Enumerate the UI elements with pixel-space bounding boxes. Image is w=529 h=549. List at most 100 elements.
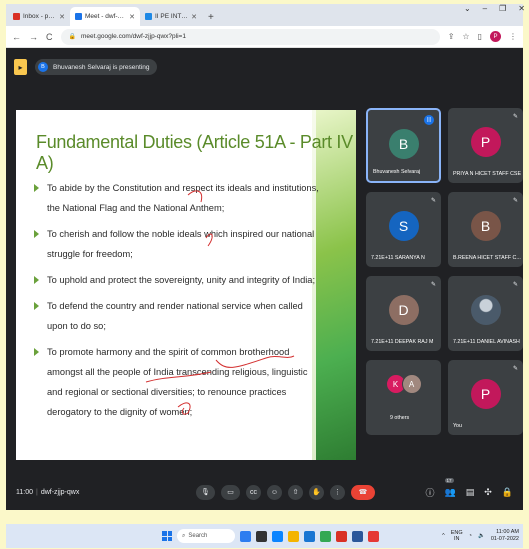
lock-icon: 🔒 xyxy=(68,34,76,40)
gmail-icon xyxy=(13,13,20,20)
star-icon[interactable]: ☆ xyxy=(462,32,469,41)
reload-icon[interactable]: C xyxy=(46,32,53,42)
avatar: B xyxy=(388,129,419,159)
participant-tile[interactable]: ✎ D 7.21E+11 DEEPAK RAJ M xyxy=(366,276,441,351)
slide-bullet: To promote harmony and the spirit of com… xyxy=(30,342,320,422)
others-tile[interactable]: K A 9 others xyxy=(366,360,441,435)
avatar: P xyxy=(470,379,501,409)
close-icon[interactable]: ✕ xyxy=(129,13,135,21)
presenter-avatar: B xyxy=(38,62,48,72)
profile-avatar[interactable]: P xyxy=(490,31,501,42)
participant-tile[interactable]: ✎ B B.REENA HICET STAFF C... xyxy=(448,192,523,267)
back-icon[interactable]: ← xyxy=(12,32,21,42)
tab-gmail[interactable]: Inbox - priyacse@hicet.ac.in - Hin ✕ xyxy=(8,7,70,26)
meet-icon xyxy=(75,13,82,20)
search-icon: ⌕ xyxy=(182,532,186,539)
participant-name: B.REENA HICET STAFF C... xyxy=(453,255,521,261)
avatar: B xyxy=(470,211,501,241)
more-options-button[interactable]: ⋮ xyxy=(330,484,345,500)
chevron-up-icon[interactable]: ^ xyxy=(442,533,445,539)
captions-button[interactable]: cc xyxy=(246,484,261,500)
chrome-icon[interactable] xyxy=(320,530,331,542)
present-icon[interactable]: ▸ xyxy=(14,59,27,75)
slide-title: Fundamental Duties (Article 51A - Part I… xyxy=(36,132,353,173)
present-button[interactable]: ⇧ xyxy=(288,484,303,500)
participant-tile[interactable]: ||| B Bhuvanesh Selvaraj xyxy=(366,108,441,183)
clock[interactable]: 11:00 AM 01-07-2022 xyxy=(491,529,519,543)
raise-hand-button[interactable]: ✋ xyxy=(309,484,324,500)
camera-button[interactable]: ▭ xyxy=(221,484,240,500)
taskbar-apps: ⌕ Search xyxy=(162,529,379,543)
new-tab-button[interactable]: + xyxy=(202,12,220,26)
app-icon[interactable] xyxy=(336,530,347,542)
mic-off-icon: ✎ xyxy=(512,114,518,120)
forward-icon[interactable]: → xyxy=(29,32,38,42)
search-label: Search xyxy=(188,533,208,539)
share-icon[interactable]: ⇪ xyxy=(448,32,455,41)
menu-icon[interactable]: ⋮ xyxy=(509,32,517,41)
chat-icon[interactable]: ▤ xyxy=(466,487,475,498)
participant-tile[interactable]: ✎ S 7.21E+11 SARANYA N xyxy=(366,192,441,267)
close-icon[interactable]: ✕ xyxy=(191,13,197,21)
file-explorer-icon[interactable] xyxy=(288,530,299,542)
taskbar-search[interactable]: ⌕ Search xyxy=(177,529,235,543)
participant-tile[interactable]: ✎ 7.21E+11 DANIEL AVINASH xyxy=(448,276,523,351)
word-icon[interactable] xyxy=(352,530,363,542)
edge-icon[interactable] xyxy=(272,530,283,542)
people-button[interactable]: 17 👥 xyxy=(444,477,456,498)
end-call-button[interactable]: ☎ xyxy=(351,484,375,500)
close-icon[interactable]: ✕ xyxy=(59,13,65,21)
avatar: D xyxy=(388,295,419,325)
tab-label: Meet - dwf-zjjp-qwx xyxy=(85,13,126,20)
slide-bullets: To abide by the Constitution and respect… xyxy=(30,178,320,428)
chevron-down-icon[interactable]: ⌄ xyxy=(464,4,471,13)
windows-start-icon[interactable] xyxy=(162,531,172,541)
system-tray: ^ ENG IN ◔ 🔈 11:00 AM 01-07-2022 xyxy=(442,529,519,543)
url-field[interactable]: 🔒 meet.google.com/dwf-zjjp-qwx?pli=1 xyxy=(60,28,440,45)
store-icon[interactable] xyxy=(304,530,315,542)
url-text: meet.google.com/dwf-zjjp-qwx?pli=1 xyxy=(80,33,186,40)
mic-button[interactable]: 🎙 xyxy=(196,484,215,500)
info-icon[interactable]: ⓘ xyxy=(425,486,434,499)
avatar: P xyxy=(470,127,501,157)
volume-icon[interactable]: 🔈 xyxy=(478,533,485,539)
meet-window: ▸ B Bhuvanesh Selvaraj is presenting Fun… xyxy=(6,48,523,510)
shared-slide: Fundamental Duties (Article 51A - Part I… xyxy=(16,110,356,460)
participant-tile[interactable]: ✎ P PRIYA N HICET STAFF CSE xyxy=(448,108,523,183)
tab-drive[interactable]: II PE INTERNAL 1.zip (Unzipped) ✕ xyxy=(140,7,202,26)
wifi-icon[interactable]: ◔ xyxy=(469,533,472,539)
sidebar-icon[interactable]: ▯ xyxy=(478,32,482,41)
speaking-icon: ||| xyxy=(424,115,434,125)
clock-date: 01-07-2022 xyxy=(490,536,519,542)
mic-off-icon: ✎ xyxy=(430,198,436,204)
task-view-icon[interactable] xyxy=(240,530,251,542)
side-controls: ⓘ 17 👥 ▤ ✣ 🔒 xyxy=(425,477,513,499)
maximize-icon[interactable]: ❐ xyxy=(499,4,506,13)
minimize-icon[interactable]: – xyxy=(483,4,487,13)
app-icon[interactable] xyxy=(368,530,379,542)
browser-tab-bar: Inbox - priyacse@hicet.ac.in - Hin ✕ Mee… xyxy=(6,4,523,26)
self-tile[interactable]: ✎ P You xyxy=(448,360,523,435)
profile-photo xyxy=(470,295,501,325)
host-controls-icon[interactable]: 🔒 xyxy=(502,487,513,498)
tab-meet[interactable]: Meet - dwf-zjjp-qwx ✕ xyxy=(70,7,140,26)
close-window-icon[interactable]: ✕ xyxy=(518,4,525,13)
meeting-code: dwf-zjjp-qwx xyxy=(40,488,80,496)
address-bar: ← → C 🔒 meet.google.com/dwf-zjjp-qwx?pli… xyxy=(6,26,523,48)
activities-icon[interactable]: ✣ xyxy=(484,487,492,498)
participant-name: PRIYA N HICET STAFF CSE xyxy=(453,171,521,177)
tab-label: II PE INTERNAL 1.zip (Unzipped) xyxy=(155,13,188,20)
meet-control-bar: 11:00 | dwf-zjjp-qwx 🎙 ▭ cc ☺ ⇧ ✋ ⋮ ☎ ⓘ 17… xyxy=(6,474,523,510)
drive-icon xyxy=(145,13,152,20)
emoji-button[interactable]: ☺ xyxy=(267,484,282,500)
window-controls: ⌄ – ❐ ✕ xyxy=(464,4,525,13)
mic-off-icon: ✎ xyxy=(512,366,518,372)
taskbar: ⌕ Search ^ ENG IN ◔ 🔈 11:00 AM 01-07-202… xyxy=(6,524,523,548)
widgets-icon[interactable] xyxy=(256,530,267,542)
language-indicator[interactable]: ENG IN xyxy=(451,530,463,542)
participant-name: 7.21E+11 DEEPAK RAJ M xyxy=(371,339,434,345)
mic-off-icon: ✎ xyxy=(430,282,436,288)
mic-off-icon: ✎ xyxy=(512,282,518,288)
participant-name: You xyxy=(453,423,462,429)
meeting-time: 11:00 xyxy=(16,488,33,496)
